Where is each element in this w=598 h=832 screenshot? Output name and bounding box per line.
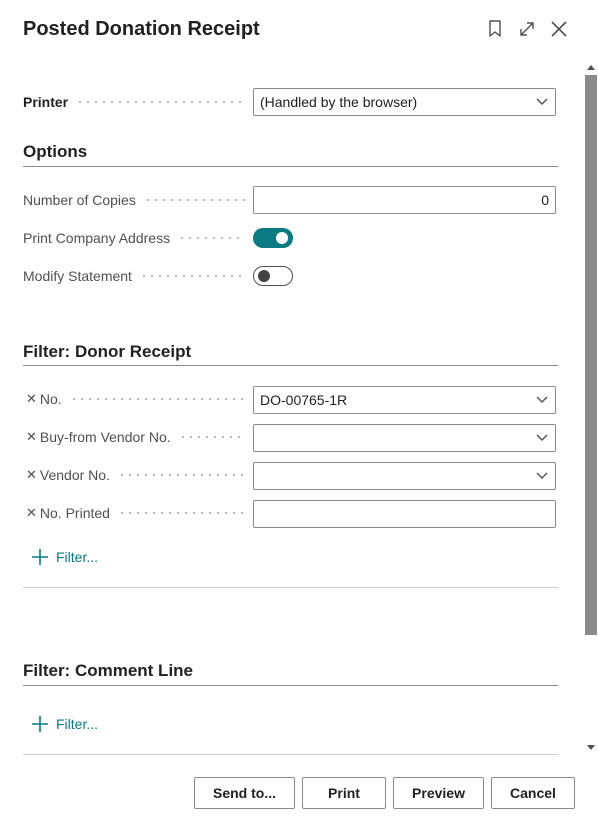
add-filter-label: Filter... — [56, 716, 99, 732]
chevron-down-icon — [529, 387, 555, 413]
filter-donor-receipt-bottom-divider — [23, 587, 558, 588]
number-of-copies-value: 0 — [541, 192, 549, 208]
filter-no-select[interactable]: DO-00765-1R — [253, 386, 556, 414]
filter-field-label: ✕ No. — [26, 389, 245, 409]
print-company-address-toggle[interactable] — [253, 228, 293, 248]
filter-no-printed-input[interactable] — [253, 500, 556, 528]
filter-donor-receipt-heading: Filter: Donor Receipt — [23, 342, 192, 361]
add-filter-label: Filter... — [56, 549, 99, 565]
expand-icon[interactable] — [516, 18, 538, 40]
filter-donor-receipt-divider — [23, 365, 558, 366]
toggle-knob — [276, 232, 288, 244]
preview-button[interactable]: Preview — [393, 777, 484, 809]
filter-field-label: ✕ No. Printed — [26, 503, 245, 523]
cancel-button[interactable]: Cancel — [491, 777, 575, 809]
dialog-title: Posted Donation Receipt — [23, 18, 260, 40]
bookmark-icon[interactable] — [484, 18, 506, 40]
options-divider — [23, 166, 558, 167]
toggle-knob — [258, 270, 270, 282]
filter-field-label: ✕ Vendor No. — [26, 465, 245, 485]
plus-icon — [32, 549, 48, 565]
chevron-down-icon — [529, 425, 555, 451]
chevron-down-icon — [529, 463, 555, 489]
scroll-down-icon[interactable] — [587, 745, 595, 750]
filter-comment-line-divider — [23, 685, 558, 686]
options-heading: Options — [23, 142, 88, 161]
add-filter-link[interactable]: Filter... — [30, 547, 98, 567]
print-company-address-label: Print Company Address — [23, 228, 245, 248]
printer-label: Printer — [23, 92, 245, 112]
modify-statement-toggle[interactable] — [253, 266, 293, 286]
filter-buy-from-vendor-select[interactable] — [253, 424, 556, 452]
remove-filter-icon[interactable]: ✕ — [26, 427, 37, 447]
printer-value: (Handled by the browser) — [260, 94, 418, 110]
remove-filter-icon[interactable]: ✕ — [26, 389, 37, 409]
remove-filter-icon[interactable]: ✕ — [26, 465, 37, 485]
filter-field-label: ✕ Buy-from Vendor No. — [26, 427, 245, 447]
close-icon[interactable] — [548, 18, 570, 40]
number-of-copies-label: Number of Copies — [23, 190, 245, 210]
modify-statement-label: Modify Statement — [23, 266, 245, 286]
scroll-up-icon[interactable] — [587, 65, 595, 70]
add-filter-link[interactable]: Filter... — [30, 714, 98, 734]
filter-comment-line-bottom-divider — [23, 754, 558, 755]
printer-select[interactable]: (Handled by the browser) — [253, 88, 556, 116]
filter-comment-line-heading: Filter: Comment Line — [23, 661, 194, 680]
filter-vendor-no-select[interactable] — [253, 462, 556, 490]
number-of-copies-input[interactable]: 0 — [253, 186, 556, 214]
chevron-down-icon — [529, 89, 555, 115]
send-to-button[interactable]: Send to... — [194, 777, 295, 809]
remove-filter-icon[interactable]: ✕ — [26, 503, 37, 523]
filter-no-value: DO-00765-1R — [260, 392, 348, 408]
plus-icon — [32, 716, 48, 732]
scrollbar-thumb[interactable] — [585, 75, 597, 635]
print-button[interactable]: Print — [302, 777, 386, 809]
